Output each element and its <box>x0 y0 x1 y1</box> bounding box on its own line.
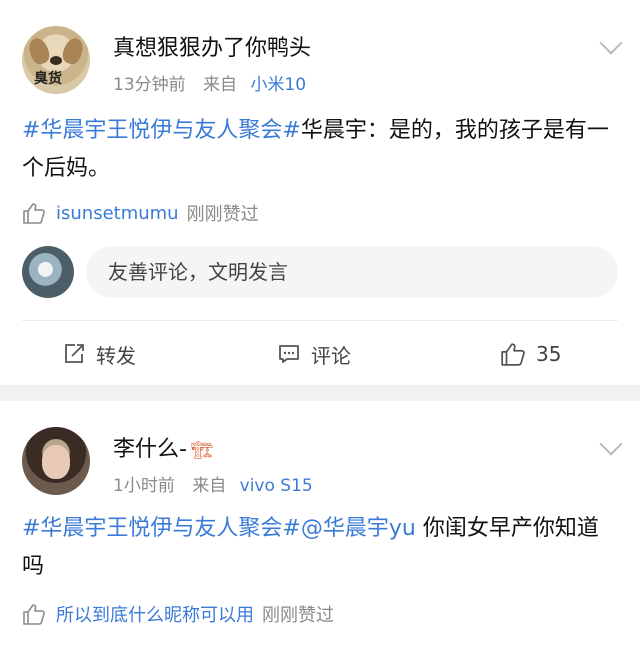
comment-button[interactable]: 评论 <box>277 336 351 372</box>
chevron-down-icon[interactable] <box>599 31 623 55</box>
liked-by-row: isunsetmumu 刚刚赞过 <box>22 200 259 226</box>
thumbs-up-icon <box>23 604 45 625</box>
hashtag-link[interactable]: #华晨宇王悦伊与友人聚会# <box>22 516 301 541</box>
like-count: 35 <box>536 342 562 366</box>
post-separator <box>0 385 640 401</box>
post-content: #华晨宇王悦伊与友人聚会#@华晨宇yu 你闺女早产你知道吗 <box>22 510 618 586</box>
username-text: 李什么- <box>113 437 187 462</box>
device-source[interactable]: 小米10 <box>250 75 306 95</box>
like-icon <box>501 343 525 366</box>
liked-user[interactable]: isunsetmumu <box>56 203 179 224</box>
liked-user[interactable]: 所以到底什么昵称可以用 <box>56 601 254 627</box>
chevron-down-icon[interactable] <box>599 432 623 456</box>
action-bar: 转发 评论 35 <box>0 336 640 372</box>
avatar-ear-left <box>26 35 52 67</box>
comment-input-row: 友善评论，文明发言 <box>22 246 622 298</box>
post-meta: 1小时前 来自 vivo S15 <box>113 471 313 496</box>
avatar-ear-right <box>60 35 86 67</box>
divider <box>22 320 618 321</box>
current-user-avatar <box>22 246 74 298</box>
post-content: #华晨宇王悦伊与友人聚会#华晨宇：是的，我的孩子是有一个后妈。 <box>22 112 618 188</box>
from-label: 来自 <box>192 476 227 496</box>
comment-input[interactable]: 友善评论，文明发言 <box>86 246 618 298</box>
comment-icon <box>279 345 299 363</box>
post-meta: 13分钟前 来自 小米10 <box>113 70 306 95</box>
device-source[interactable]: vivo S15 <box>240 476 313 496</box>
avatar-caption: 臭货 <box>34 71 62 87</box>
username-emoji: 🏗 <box>190 440 214 461</box>
avatar[interactable]: 臭货 <box>22 26 90 94</box>
liked-suffix: 刚刚赞过 <box>186 204 259 225</box>
comment-label: 评论 <box>311 343 351 368</box>
avatar-nose <box>50 56 62 65</box>
like-button[interactable]: 35 <box>500 336 561 372</box>
thumbs-up-icon <box>23 203 45 224</box>
timestamp: 13分钟前 <box>113 75 186 95</box>
username[interactable]: 李什么- 🏗 <box>113 431 214 463</box>
hashtag-link[interactable]: #华晨宇王悦伊与友人聚会# <box>22 118 301 143</box>
liked-by-row: 所以到底什么昵称可以用 刚刚赞过 <box>22 601 334 627</box>
repost-label: 转发 <box>96 343 136 368</box>
weibo-post-2: 李什么- 🏗 1小时前 来自 vivo S15 #华晨宇王悦伊与友人聚会#@华晨宇… <box>0 401 640 650</box>
liked-suffix: 刚刚赞过 <box>262 605 334 626</box>
mention-link[interactable]: @华晨宇yu <box>301 516 416 541</box>
weibo-post-1: 臭货 真想狠狠办了你鸭头 13分钟前 来自 小米10 #华晨宇王悦伊与友人聚会#… <box>0 0 640 385</box>
username[interactable]: 真想狠狠办了你鸭头 <box>113 30 311 62</box>
from-label: 来自 <box>203 75 238 95</box>
avatar-face <box>42 445 70 479</box>
timestamp: 1小时前 <box>113 476 175 496</box>
repost-button[interactable]: 转发 <box>62 336 136 372</box>
avatar[interactable] <box>22 427 90 495</box>
repost-icon <box>65 344 84 363</box>
